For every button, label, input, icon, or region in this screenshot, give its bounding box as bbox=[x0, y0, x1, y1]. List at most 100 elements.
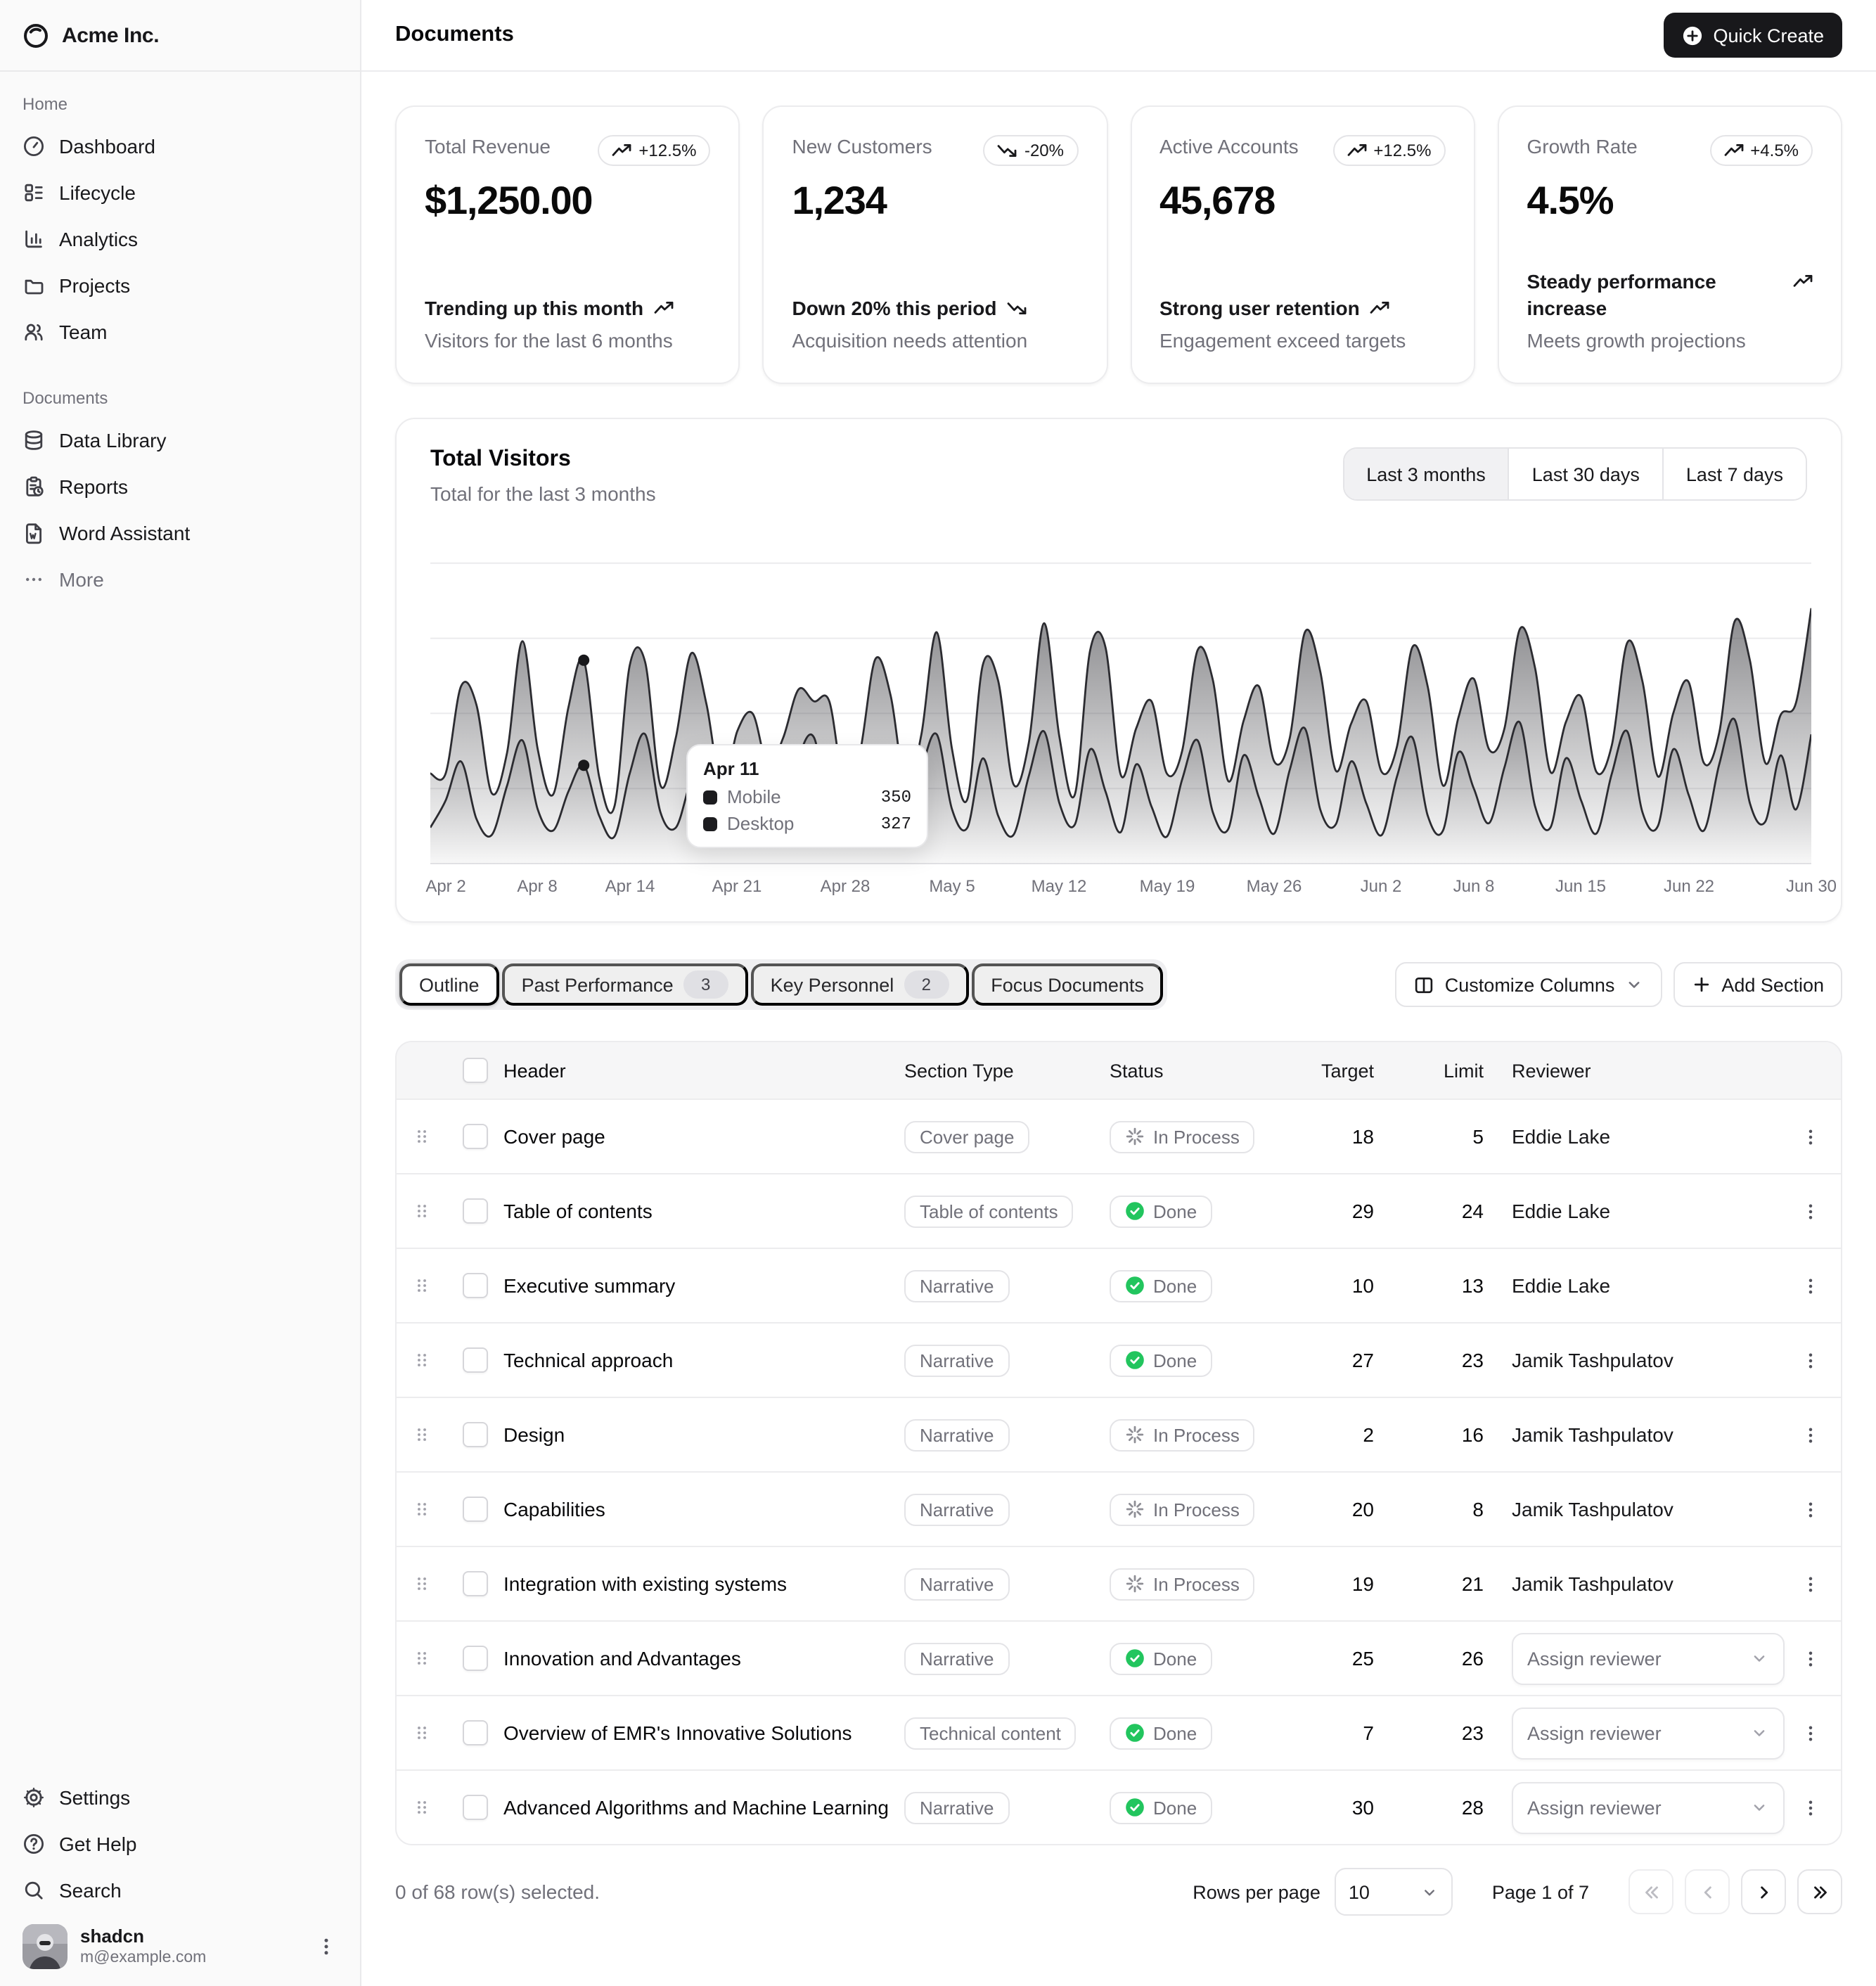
section-type-cell: Technical content bbox=[904, 1717, 1110, 1749]
assign-reviewer-select[interactable]: Assign reviewer bbox=[1512, 1632, 1785, 1684]
target-cell[interactable]: 2 bbox=[1306, 1423, 1374, 1446]
row-header-cell[interactable]: Executive summary bbox=[503, 1274, 904, 1297]
target-cell[interactable]: 27 bbox=[1306, 1349, 1374, 1371]
drag-handle[interactable] bbox=[397, 1574, 447, 1594]
prev-page-button[interactable] bbox=[1685, 1869, 1730, 1914]
row-menu-button[interactable] bbox=[1779, 1200, 1841, 1222]
row-header-cell[interactable]: Table of contents bbox=[503, 1200, 904, 1222]
tab-focus-documents[interactable]: Focus Documents bbox=[971, 963, 1164, 1006]
target-cell[interactable]: 20 bbox=[1306, 1498, 1374, 1520]
row-checkbox[interactable] bbox=[463, 1124, 488, 1149]
next-page-button[interactable] bbox=[1741, 1869, 1786, 1914]
range-last-3-months[interactable]: Last 3 months bbox=[1344, 449, 1508, 499]
row-menu-button[interactable] bbox=[1779, 1499, 1841, 1520]
limit-cell[interactable]: 21 bbox=[1374, 1572, 1484, 1595]
row-checkbox[interactable] bbox=[463, 1497, 488, 1522]
drag-handle[interactable] bbox=[397, 1201, 447, 1221]
row-checkbox[interactable] bbox=[463, 1720, 488, 1745]
drag-handle[interactable] bbox=[397, 1350, 447, 1370]
target-cell[interactable]: 18 bbox=[1306, 1125, 1374, 1148]
limit-cell[interactable]: 24 bbox=[1374, 1200, 1484, 1222]
drag-handle[interactable] bbox=[397, 1425, 447, 1444]
content: Total Revenue+12.5%$1,250.00Trending up … bbox=[361, 72, 1876, 1986]
row-checkbox[interactable] bbox=[463, 1347, 488, 1373]
row-checkbox[interactable] bbox=[463, 1198, 488, 1224]
assign-reviewer-select[interactable]: Assign reviewer bbox=[1512, 1707, 1785, 1759]
limit-cell[interactable]: 23 bbox=[1374, 1349, 1484, 1371]
row-header-cell[interactable]: Capabilities bbox=[503, 1498, 904, 1520]
target-cell[interactable]: 19 bbox=[1306, 1572, 1374, 1595]
tab-outline[interactable]: Outline bbox=[399, 963, 499, 1006]
sidebar-item-team[interactable]: Team bbox=[11, 308, 349, 354]
sidebar-item-get-help[interactable]: Get Help bbox=[11, 1820, 349, 1866]
sidebar-item-reports[interactable]: Reports bbox=[11, 463, 349, 509]
row-header-cell[interactable]: Advanced Algorithms and Machine Learning bbox=[503, 1796, 904, 1819]
tab-past-performance[interactable]: Past Performance3 bbox=[502, 963, 748, 1006]
limit-cell[interactable]: 13 bbox=[1374, 1274, 1484, 1297]
row-checkbox[interactable] bbox=[463, 1646, 488, 1671]
row-menu-button[interactable] bbox=[1779, 1722, 1841, 1743]
user-menu[interactable]: shadcn m@example.com bbox=[11, 1913, 349, 1980]
quick-create-button[interactable]: Quick Create bbox=[1664, 13, 1842, 58]
rows-per-page-select[interactable]: 10 bbox=[1335, 1868, 1453, 1916]
sidebar-item-dashboard[interactable]: Dashboard bbox=[11, 122, 349, 169]
drag-handle[interactable] bbox=[397, 1648, 447, 1668]
drag-handle[interactable] bbox=[397, 1499, 447, 1519]
assign-reviewer-select[interactable]: Assign reviewer bbox=[1512, 1781, 1785, 1833]
add-section-button[interactable]: Add Section bbox=[1673, 962, 1842, 1007]
range-last-30-days[interactable]: Last 30 days bbox=[1508, 449, 1662, 499]
sidebar-header[interactable]: Acme Inc. bbox=[0, 0, 360, 72]
limit-cell[interactable]: 28 bbox=[1374, 1796, 1484, 1819]
row-menu-button[interactable] bbox=[1779, 1126, 1841, 1147]
row-header-cell[interactable]: Innovation and Advantages bbox=[503, 1647, 904, 1670]
row-header-cell[interactable]: Cover page bbox=[503, 1125, 904, 1148]
row-header-cell[interactable]: Technical approach bbox=[503, 1349, 904, 1371]
row-menu-button[interactable] bbox=[1779, 1797, 1841, 1818]
row-checkbox[interactable] bbox=[463, 1571, 488, 1596]
limit-cell[interactable]: 26 bbox=[1374, 1647, 1484, 1670]
dots-vertical-icon[interactable] bbox=[315, 1935, 338, 1958]
customize-columns-button[interactable]: Customize Columns bbox=[1396, 962, 1663, 1007]
row-menu-button[interactable] bbox=[1779, 1275, 1841, 1296]
first-page-button[interactable] bbox=[1628, 1869, 1673, 1914]
sidebar-item-search[interactable]: Search bbox=[11, 1866, 349, 1913]
limit-cell[interactable]: 23 bbox=[1374, 1722, 1484, 1744]
sidebar-item-word-assistant[interactable]: Word Assistant bbox=[11, 509, 349, 556]
row-menu-button[interactable] bbox=[1779, 1350, 1841, 1371]
row-checkbox[interactable] bbox=[463, 1795, 488, 1820]
row-header-cell[interactable]: Integration with existing systems bbox=[503, 1572, 904, 1595]
sidebar-item-projects[interactable]: Projects bbox=[11, 262, 349, 308]
target-cell[interactable]: 25 bbox=[1306, 1647, 1374, 1670]
sidebar-item-settings[interactable]: Settings bbox=[11, 1774, 349, 1820]
last-page-button[interactable] bbox=[1797, 1869, 1842, 1914]
target-cell[interactable]: 30 bbox=[1306, 1796, 1374, 1819]
row-header-cell[interactable]: Design bbox=[503, 1423, 904, 1446]
drag-handle[interactable] bbox=[397, 1127, 447, 1146]
drag-handle[interactable] bbox=[397, 1723, 447, 1743]
row-header-cell[interactable]: Overview of EMR's Innovative Solutions bbox=[503, 1722, 904, 1744]
row-menu-button[interactable] bbox=[1779, 1573, 1841, 1594]
drag-handle[interactable] bbox=[397, 1276, 447, 1295]
row-menu-button[interactable] bbox=[1779, 1648, 1841, 1669]
range-last-7-days[interactable]: Last 7 days bbox=[1662, 449, 1806, 499]
target-cell[interactable]: 29 bbox=[1306, 1200, 1374, 1222]
card-foot-title: Steady performance increase bbox=[1527, 269, 1813, 323]
limit-cell[interactable]: 8 bbox=[1374, 1498, 1484, 1520]
row-checkbox[interactable] bbox=[463, 1422, 488, 1447]
sidebar-item-analytics[interactable]: Analytics bbox=[11, 215, 349, 262]
row-menu-button[interactable] bbox=[1779, 1424, 1841, 1445]
area-chart-svg[interactable] bbox=[430, 533, 1811, 866]
limit-cell[interactable]: 5 bbox=[1374, 1125, 1484, 1148]
sidebar-item-more[interactable]: More bbox=[11, 556, 349, 602]
reviewer-cell: Assign reviewer bbox=[1484, 1707, 1779, 1759]
row-checkbox[interactable] bbox=[463, 1273, 488, 1298]
limit-cell[interactable]: 16 bbox=[1374, 1423, 1484, 1446]
target-cell[interactable]: 7 bbox=[1306, 1722, 1374, 1744]
drag-handle[interactable] bbox=[397, 1798, 447, 1817]
sidebar-item-lifecycle[interactable]: Lifecycle bbox=[11, 169, 349, 215]
select-all-checkbox[interactable] bbox=[463, 1058, 488, 1083]
target-cell[interactable]: 10 bbox=[1306, 1274, 1374, 1297]
sidebar-item-data-library[interactable]: Data Library bbox=[11, 416, 349, 463]
area-chart[interactable]: Apr 11 Mobile 350 Desktop 327 Apr 2Apr 8… bbox=[430, 533, 1807, 904]
tab-key-personnel[interactable]: Key Personnel2 bbox=[751, 963, 969, 1006]
